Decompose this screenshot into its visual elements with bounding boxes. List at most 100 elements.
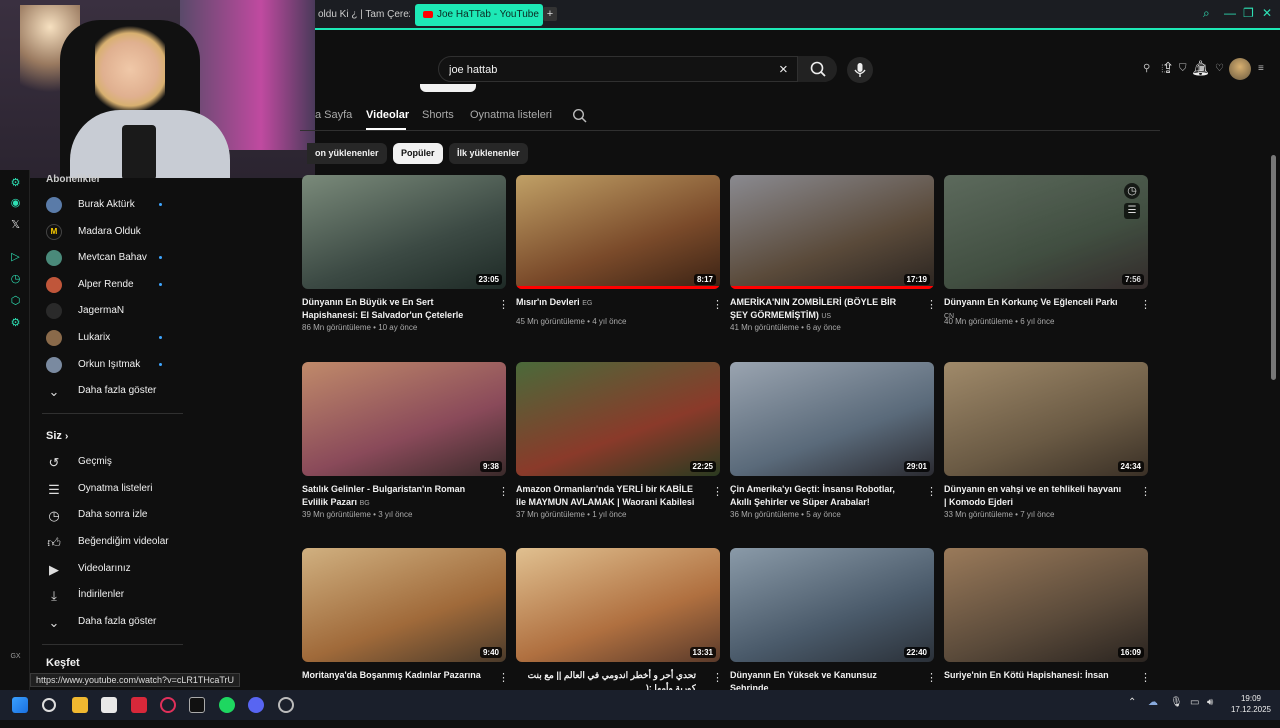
- sidebar-item-subscription[interactable]: M Madara Olduk: [30, 219, 185, 245]
- chip-oldest[interactable]: İlk yüklenenler: [449, 143, 528, 164]
- video-title[interactable]: Moritanya'da Boşanmış Kadınlar Pazarına: [302, 669, 482, 683]
- video-thumbnail[interactable]: 29:01: [730, 362, 934, 476]
- video-thumbnail[interactable]: 16:09: [944, 548, 1148, 662]
- video-title[interactable]: Suriye'nin En Kötü Hapishanesi: İnsan: [944, 669, 1124, 683]
- show-more-button[interactable]: ⌄ Daha fazla göster: [30, 378, 185, 404]
- close-icon[interactable]: ✕: [1262, 6, 1272, 20]
- you-section-header[interactable]: Siz ›: [46, 430, 68, 442]
- browser-tab[interactable]: oldu Ki ¿ | Tam Çerezlik: [310, 4, 410, 26]
- sidebar-item-history[interactable]: ↺ Geçmiş: [30, 449, 185, 475]
- video-thumbnail[interactable]: 22:40: [730, 548, 934, 662]
- taskbar-clock[interactable]: 19:09 17.12.2025: [1226, 693, 1276, 715]
- sidebar-item-subscription[interactable]: JagermaN: [30, 298, 185, 324]
- video-thumbnail[interactable]: 17:19: [730, 175, 934, 289]
- sidebar-item-your-videos[interactable]: ▶ Videolarınız: [30, 556, 185, 582]
- video-card[interactable]: 9:38 Satılık Gelinler - Bulgaristan'ın Ro…: [302, 362, 509, 542]
- video-thumbnail[interactable]: 8:17: [516, 175, 720, 289]
- network-icon[interactable]: ▭: [1190, 697, 1199, 708]
- tab-home[interactable]: a Sayfa: [315, 109, 352, 129]
- page-scrollbar[interactable]: [1271, 155, 1276, 380]
- video-card[interactable]: 29:01 Çin Amerika'yı Geçti: İnsansı Robot…: [730, 362, 937, 542]
- sidebar-item-liked-videos[interactable]: 👍︎ Beğendiğim videolar: [30, 529, 185, 555]
- video-card[interactable]: 17:19 AMERİKA'NIN ZOMBİLERİ (BÖYLE BİR ŞE…: [730, 175, 937, 355]
- video-title[interactable]: Dünyanın en vahşi ve en tehlikeli hayvan…: [944, 483, 1124, 509]
- video-thumbnail[interactable]: 24:34: [944, 362, 1148, 476]
- voice-search-button[interactable]: [847, 57, 873, 83]
- sidebar-item-playlists[interactable]: ☰ Oynatma listeleri: [30, 476, 185, 502]
- discord-icon[interactable]: [248, 697, 264, 713]
- search-input[interactable]: [449, 61, 769, 79]
- player-icon[interactable]: ▷: [9, 251, 22, 264]
- gear-icon[interactable]: ⚙: [9, 317, 22, 330]
- chip-latest[interactable]: on yüklenenler: [307, 143, 387, 164]
- more-options-icon[interactable]: ⋮: [1140, 298, 1151, 311]
- browser-tab-active[interactable]: Joe HaTTab - YouTube: [415, 4, 543, 26]
- add-to-queue-overlay-icon[interactable]: ☰: [1124, 203, 1140, 219]
- watch-later-overlay-icon[interactable]: ◷: [1124, 183, 1140, 199]
- pin-icon[interactable]: ⚲: [1143, 63, 1150, 74]
- video-card[interactable]: 23:05 Dünyanın En Büyük ve En Sert Hapish…: [302, 175, 509, 355]
- gx-icon[interactable]: GX: [9, 650, 22, 663]
- sidebar-item-subscription[interactable]: Alper Rende: [30, 272, 185, 298]
- chip-popular[interactable]: Popüler: [393, 143, 443, 164]
- sidebar-item-downloads[interactable]: ⤓ İndirilenler: [30, 582, 185, 608]
- search-icon[interactable]: [42, 698, 56, 712]
- user-avatar[interactable]: [1229, 58, 1251, 80]
- search-button[interactable]: [797, 56, 837, 82]
- more-options-icon[interactable]: ⋮: [926, 671, 937, 684]
- video-thumbnail[interactable]: 7:56 ◷ ☰: [944, 175, 1148, 289]
- new-tab-button[interactable]: +: [543, 7, 557, 21]
- restore-icon[interactable]: ❐: [1243, 6, 1254, 20]
- x-icon[interactable]: 𝕏: [9, 219, 22, 232]
- app-icon[interactable]: [131, 697, 147, 713]
- windows-start-icon[interactable]: [12, 697, 28, 713]
- volume-icon[interactable]: 🔊︎: [1207, 697, 1213, 708]
- more-options-icon[interactable]: ⋮: [712, 671, 723, 684]
- video-thumbnail[interactable]: 13:31: [516, 548, 720, 662]
- cube-icon[interactable]: ⬡: [9, 295, 22, 308]
- show-more-button[interactable]: ⌄ Daha fazla göster: [30, 609, 185, 635]
- more-options-icon[interactable]: ⋮: [712, 298, 723, 311]
- search-icon[interactable]: ⌕: [1203, 6, 1210, 21]
- sidebar-item-subscription[interactable]: Mevtcan Bahav: [30, 245, 185, 271]
- mic-tray-icon[interactable]: 🎙︎: [1170, 697, 1183, 708]
- history-icon[interactable]: ◷: [9, 273, 22, 286]
- spotify-icon[interactable]: [219, 697, 235, 713]
- more-options-icon[interactable]: ⋮: [1140, 671, 1151, 684]
- app-icon[interactable]: [189, 697, 205, 713]
- video-thumbnail[interactable]: 23:05: [302, 175, 506, 289]
- subscribe-button-edge[interactable]: [420, 84, 476, 92]
- video-card[interactable]: 8:17 Mısır'ın Devleri EG ⋮ 45 Mn görüntülem…: [516, 175, 723, 355]
- video-title[interactable]: Çin Amerika'yı Geçti: İnsansı Robotlar, …: [730, 483, 910, 509]
- whatsapp-icon[interactable]: ◉: [9, 197, 22, 210]
- video-title[interactable]: Mısır'ın Devleri EG: [516, 296, 696, 310]
- more-options-icon[interactable]: ⋮: [926, 298, 937, 311]
- video-card[interactable]: 22:25 Amazon Ormanları'nda YERLİ bir KABİ…: [516, 362, 723, 542]
- shield-icon[interactable]: ⛉: [1179, 63, 1187, 74]
- minimize-icon[interactable]: —: [1224, 6, 1236, 20]
- video-title[interactable]: Amazon Ormanları'nda YERLİ bir KABİLE il…: [516, 483, 696, 509]
- notifications-bell-icon[interactable]: 🔔︎: [1191, 60, 1210, 78]
- sidebar-item-watch-later[interactable]: ◷ Daha sonra izle: [30, 502, 185, 528]
- more-options-icon[interactable]: ⋮: [926, 485, 937, 498]
- more-options-icon[interactable]: ⋮: [1140, 485, 1151, 498]
- opera-gx-icon[interactable]: [160, 697, 176, 713]
- more-options-icon[interactable]: ⋮: [712, 485, 723, 498]
- video-title[interactable]: AMERİKA'NIN ZOMBİLERİ (BÖYLE BİR ŞEY GÖR…: [730, 296, 910, 322]
- heart-icon[interactable]: ♡: [1215, 63, 1224, 74]
- tab-videos[interactable]: Videolar: [366, 109, 409, 129]
- app-icon[interactable]: [101, 697, 117, 713]
- video-thumbnail[interactable]: 9:40: [302, 548, 506, 662]
- upload-icon[interactable]: ⇪: [1159, 60, 1177, 78]
- menu-icon[interactable]: ≡: [1258, 63, 1264, 74]
- chevron-up-icon[interactable]: ⌃: [1128, 697, 1136, 708]
- tab-shorts[interactable]: Shorts: [422, 109, 454, 129]
- video-card[interactable]: 24:34 Dünyanın en vahşi ve en tehlikeli h…: [944, 362, 1151, 542]
- sidebar-item-subscription[interactable]: Orkun Işıtmak: [30, 352, 185, 378]
- more-options-icon[interactable]: ⋮: [498, 298, 509, 311]
- file-explorer-icon[interactable]: [72, 697, 88, 713]
- clear-search-button[interactable]: ×: [779, 61, 788, 79]
- sidebar-item-subscription[interactable]: Lukarix: [30, 325, 185, 351]
- cloud-icon[interactable]: ☁: [1148, 697, 1158, 708]
- video-thumbnail[interactable]: 22:25: [516, 362, 720, 476]
